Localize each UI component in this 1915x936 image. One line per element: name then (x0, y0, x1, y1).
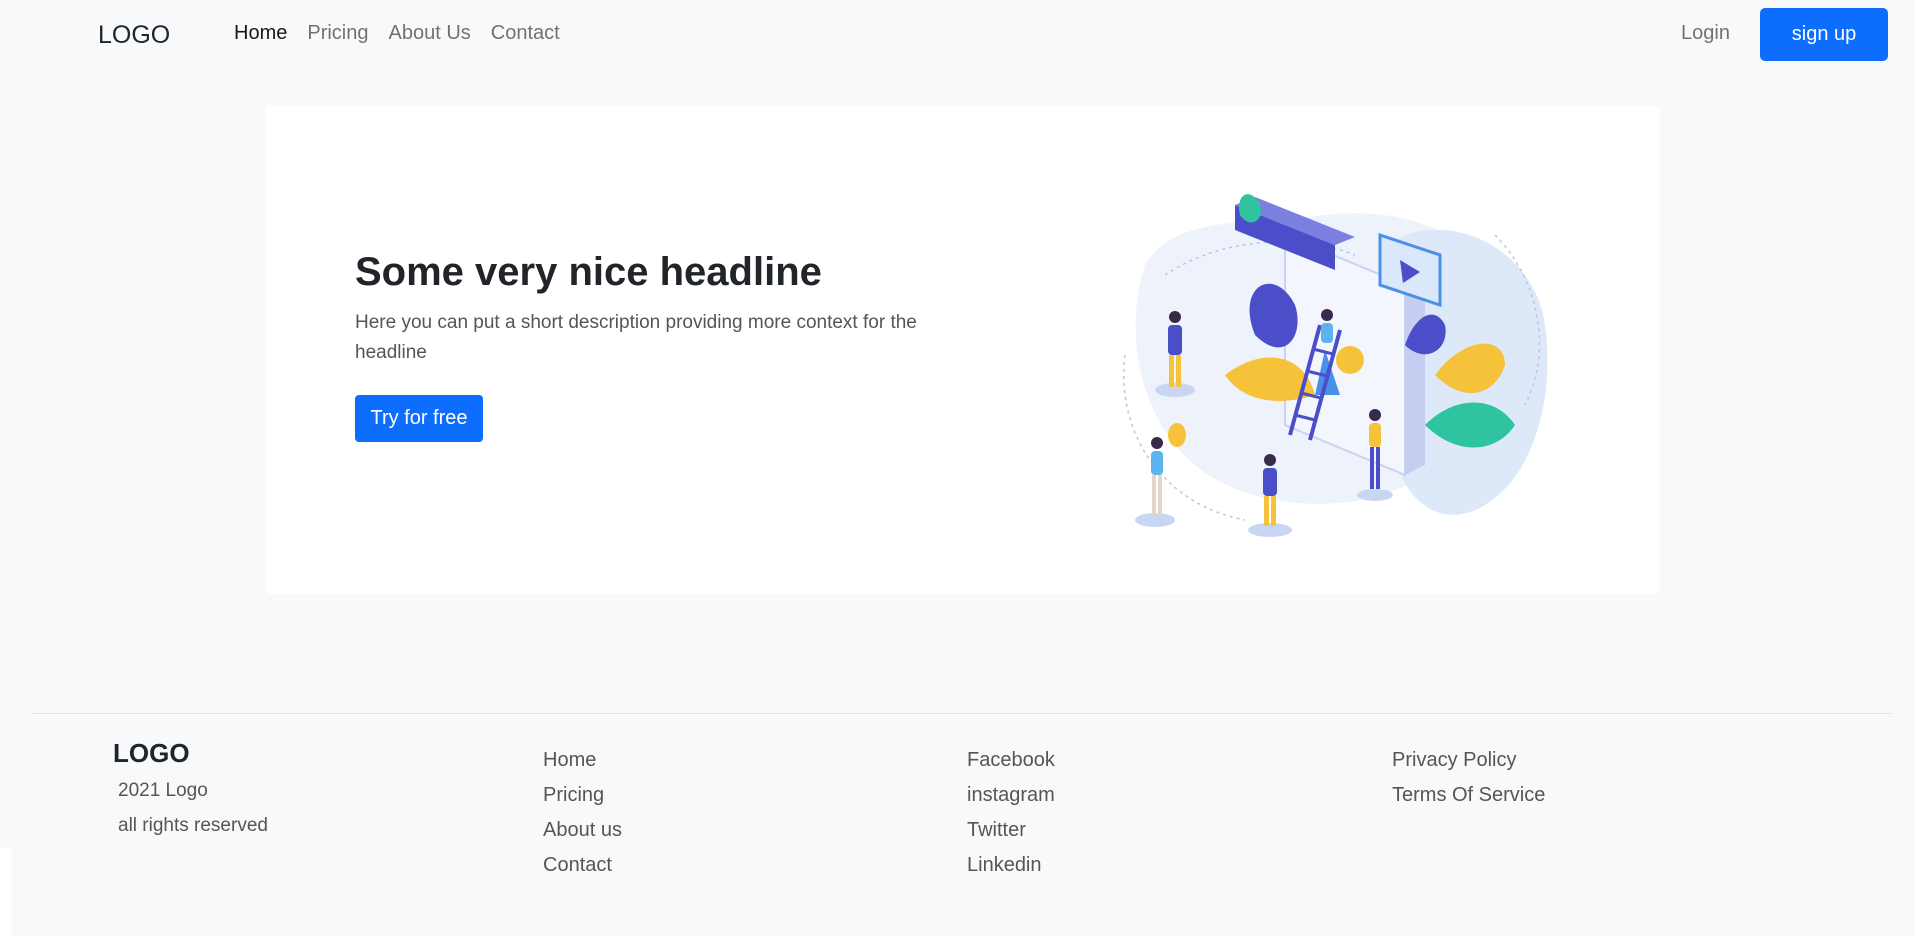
signup-button[interactable]: sign up (1760, 8, 1888, 61)
hero-card: Some very nice headline Here you can put… (265, 105, 1660, 594)
footer-link-contact[interactable]: Contact (543, 848, 622, 883)
nav-link-about-us[interactable]: About Us (389, 22, 471, 45)
footer-link-instagram[interactable]: instagram (967, 778, 1055, 813)
footer-legal-links: Privacy Policy Terms Of Service (1392, 743, 1545, 813)
hero-description: Here you can put a short description pro… (355, 312, 917, 363)
footer-divider (33, 713, 1891, 714)
hero-illustration (1123, 194, 1548, 537)
footer-link-linkedin[interactable]: Linkedin (967, 848, 1055, 883)
nav-link-home[interactable]: Home (234, 22, 287, 45)
footer-link-home[interactable]: Home (543, 743, 622, 778)
footer-copyright: 2021 Logo (118, 780, 208, 801)
nav-link-pricing[interactable]: Pricing (307, 22, 368, 45)
navbar-logo[interactable]: LOGO (98, 21, 170, 50)
try-for-free-button[interactable]: Try for free (355, 395, 483, 442)
footer-link-facebook[interactable]: Facebook (967, 743, 1055, 778)
footer-link-about-us[interactable]: About us (543, 813, 622, 848)
footer-nav-links: Home Pricing About us Contact (543, 743, 622, 883)
footer-link-twitter[interactable]: Twitter (967, 813, 1055, 848)
login-link[interactable]: Login (1681, 22, 1730, 45)
footer-link-privacy-policy[interactable]: Privacy Policy (1392, 743, 1545, 778)
footer-link-terms-of-service[interactable]: Terms Of Service (1392, 778, 1545, 813)
nav-link-contact[interactable]: Contact (491, 22, 560, 45)
hero-headline: Some very nice headline (355, 250, 822, 294)
footer-logo: LOGO (113, 738, 190, 768)
footer-rights: all rights reserved (118, 815, 268, 836)
page: LOGO Home Pricing About Us Contact Login… (0, 0, 1915, 936)
footer-link-pricing[interactable]: Pricing (543, 778, 622, 813)
footer-social-links: Facebook instagram Twitter Linkedin (967, 743, 1055, 883)
navbar: LOGO Home Pricing About Us Contact Login… (0, 0, 1915, 70)
footer-edge (0, 848, 12, 936)
nav-links: Home Pricing About Us Contact (234, 22, 560, 45)
